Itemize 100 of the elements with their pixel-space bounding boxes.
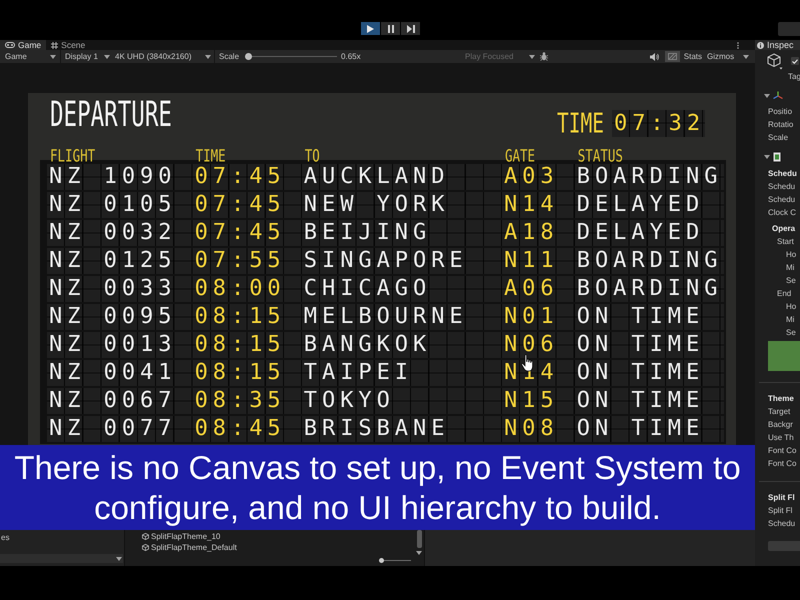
slider-thumb[interactable] [379,558,384,563]
caret-icon [50,54,56,58]
field-label: Font Co [768,445,796,457]
field-label: Mi [786,314,794,326]
view-dropdown[interactable]: Game [0,50,60,63]
flight-number: NZ 0032 [47,220,193,246]
asset-item[interactable]: SplitFlapTheme_10 [142,531,220,542]
step-button[interactable] [401,22,420,35]
field-label: Schedu [768,194,796,206]
fold-arrow-icon[interactable] [764,154,770,160]
gate-number: N08 [502,416,575,442]
field-label: Ho [786,301,796,313]
departure-time: 08:15 [192,332,302,358]
column-header: FLIGHT [50,146,96,166]
gate-number: A06 [502,276,575,302]
zoom-slider[interactable] [379,558,411,563]
flight-status: DELAYED [574,220,724,246]
field-label: End [777,288,792,300]
destination: AUCKLAND [302,164,502,190]
flight-number: NZ 0125 [47,248,193,274]
flight-number: NZ 0013 [47,332,193,358]
clock-display: 07:32 [612,110,705,137]
departure-time: 08:45 [192,416,302,442]
flight-number: NZ 0033 [47,276,193,302]
view-tab[interactable]: Game [0,40,46,50]
departure-time: 07:45 [192,164,302,190]
flight-status: ON TIME [574,388,724,414]
toggle-button[interactable] [664,51,680,62]
field-label: Start [777,236,794,248]
field-label: Schedu [768,518,796,530]
step-forward-icon [406,24,414,32]
dropdown-field[interactable] [0,554,123,563]
flight-status: ON TIME [574,416,724,442]
clock-label: TIME [557,110,604,138]
slider-thumb[interactable] [245,53,252,60]
gate-number: N06 [502,332,575,358]
folder-label: es [1,533,10,543]
flight-number: NZ 0105 [47,192,193,218]
caret-icon [116,556,122,560]
column-header: TO [304,146,320,166]
bug-icon[interactable] [540,52,548,61]
section-header: Schedu [768,168,797,180]
field-label: Ho [786,249,796,261]
gate-number: N15 [502,388,575,414]
cube-icon[interactable] [767,53,783,70]
flight-status: ON TIME [574,304,724,330]
scale-value: 0.65x [341,52,361,62]
flight-number: NZ 1090 [47,164,193,190]
destination: BRISBANE [302,416,502,442]
destination: BANGKOK [302,332,502,358]
flight-status: BOARDING [574,248,724,274]
destination: MELBOURNE [302,304,502,330]
asset-icon [142,533,149,540]
resolution-dropdown[interactable]: 4K UHD (3840x2160) [113,50,214,63]
caret-icon [205,54,211,58]
departure-time: 07:55 [192,248,302,274]
scale-slider[interactable] [245,53,338,60]
scale-label: Scale [219,52,240,62]
axes-icon [773,90,783,100]
field-label: Clock C [768,207,796,219]
inspector-tab[interactable]: Inspec [755,40,800,50]
fold-arrow-icon[interactable] [764,92,770,98]
pause-button[interactable] [381,22,400,35]
script-icon [773,152,781,162]
stats-button[interactable]: Stats [680,50,705,63]
section-header: Theme [768,393,794,405]
tag-label: Tag [788,71,800,83]
flight-status: ON TIME [574,332,724,358]
play-button[interactable] [361,22,380,35]
flight-number: NZ 0067 [47,388,193,414]
field-label: Target [768,406,790,418]
departure-time: 08:15 [192,360,302,386]
departure-time: 08:00 [192,276,302,302]
field-label: Schedu [768,181,796,193]
departure-time: 08:15 [192,304,302,330]
scrollbar[interactable] [416,530,422,548]
caret-icon [743,54,749,58]
field-label: Rotatio [768,119,794,131]
column-header: GATE [504,146,536,166]
field-label: Mi [786,262,794,274]
active-checkbox[interactable] [791,57,799,65]
gamepad-icon [5,42,15,48]
group-label[interactable]: Opera [772,222,796,235]
flight-number: NZ 0077 [47,416,193,442]
caret-icon [416,551,422,555]
caption-text: There is no Canvas to set up, no Event System to configure, and no UI hierarchy to build. [13,448,742,528]
destination: TOKYO [302,388,502,414]
speaker-icon[interactable] [650,52,659,60]
column-header: STATUS [578,146,623,166]
hatched-square-icon [668,53,677,60]
asset-item[interactable]: SplitFlapTheme_Default [142,542,237,553]
display-dropdown[interactable]: Display 1 [61,50,113,63]
flight-number: NZ 0041 [47,360,193,386]
gizmos-dropdown[interactable]: Gizmos [705,50,752,63]
section-header: Split Fl [768,492,795,504]
caret-icon [104,54,110,58]
flight-number: NZ 0095 [47,304,193,330]
departure-time: 08:35 [192,388,302,414]
flight-status: ON TIME [574,360,724,386]
destination: NEW YORK [302,192,502,218]
